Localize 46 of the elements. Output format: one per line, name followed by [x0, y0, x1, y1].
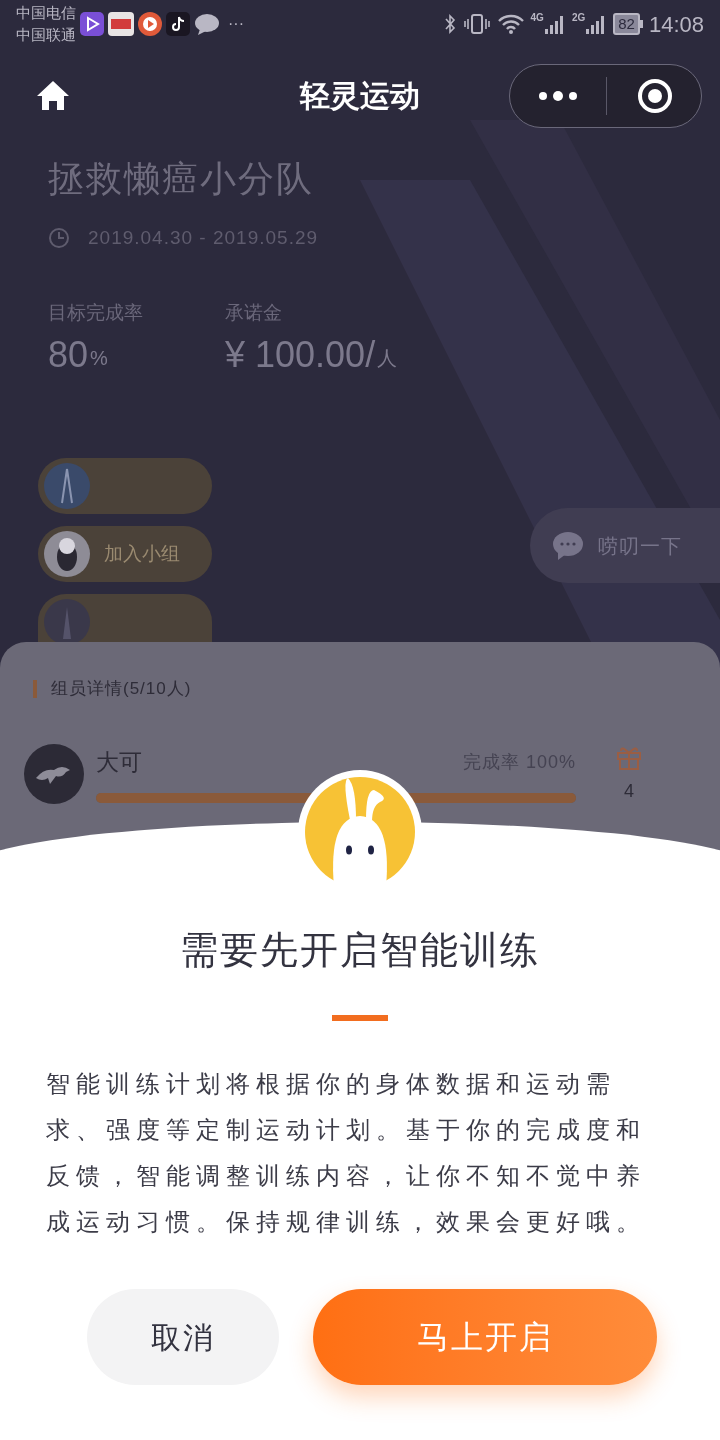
group-pill[interactable]: 加入小组: [38, 526, 212, 582]
pill-avatar-icon: [44, 463, 90, 509]
heading-marker: [33, 679, 37, 698]
panel-heading: 组员详情(5/10人): [51, 678, 192, 700]
battery-tip: [639, 20, 643, 28]
clock-icon: [48, 227, 70, 250]
stat-value: ¥ 100.00/: [225, 333, 376, 377]
play-app-icon: [138, 12, 162, 36]
chat-icon: [552, 530, 584, 561]
pill-avatar-icon: [44, 599, 90, 645]
video-app-icon: [80, 12, 104, 36]
network-type: 4G: [530, 13, 544, 23]
stat-unit: %: [90, 346, 108, 371]
pill-avatar-icon: [44, 531, 90, 577]
bluetooth-icon: [442, 13, 457, 35]
news-app-icon: [108, 12, 134, 36]
battery-level: 82: [613, 13, 640, 35]
title-accent-bar: [332, 1015, 388, 1021]
dialog-description: 智能训练计划将根据你的身体数据和运动需求、强度等定制运动计划。基于你的完成度和反馈，智能调整训练内容，让你不知不觉中养成运动习惯。保持规律训练，效果会更好哦。: [46, 1069, 647, 1237]
carrier-name: 中国联通: [16, 25, 76, 45]
vibrate-icon: [462, 13, 491, 35]
wifi-icon: [496, 13, 525, 35]
more-notifications: ···: [228, 14, 244, 34]
home-icon[interactable]: [36, 79, 70, 111]
member-avatar-icon: [24, 744, 84, 804]
stat-value: 80: [48, 333, 89, 377]
page-title: 轻灵运动: [298, 77, 421, 114]
gift-count: 4: [624, 779, 634, 803]
stat-unit: 人: [377, 346, 398, 371]
more-options-icon[interactable]: [538, 90, 578, 102]
pill-label: 加入小组: [104, 541, 180, 566]
carrier-name: 中国电信: [16, 3, 76, 23]
clock-time: 14:08: [648, 10, 704, 39]
network-type: 2G: [571, 13, 586, 23]
music-note-app-icon: [166, 12, 190, 36]
dialog-title: 需要先开启智能训练: [180, 928, 540, 973]
chat-bubble-icon: [194, 13, 220, 35]
signal-icon: [543, 13, 566, 35]
stat-label: 承诺金: [225, 300, 283, 325]
member-name: 大可: [96, 747, 142, 777]
close-target-icon[interactable]: [637, 78, 673, 114]
chat-button[interactable]: 唠叨一下: [530, 508, 720, 583]
cancel-button[interactable]: 取消: [87, 1289, 279, 1385]
team-name: 拯救懒癌小分队: [48, 157, 315, 201]
enable-button[interactable]: 马上开启: [313, 1289, 657, 1385]
stat-label: 目标完成率: [48, 300, 143, 325]
